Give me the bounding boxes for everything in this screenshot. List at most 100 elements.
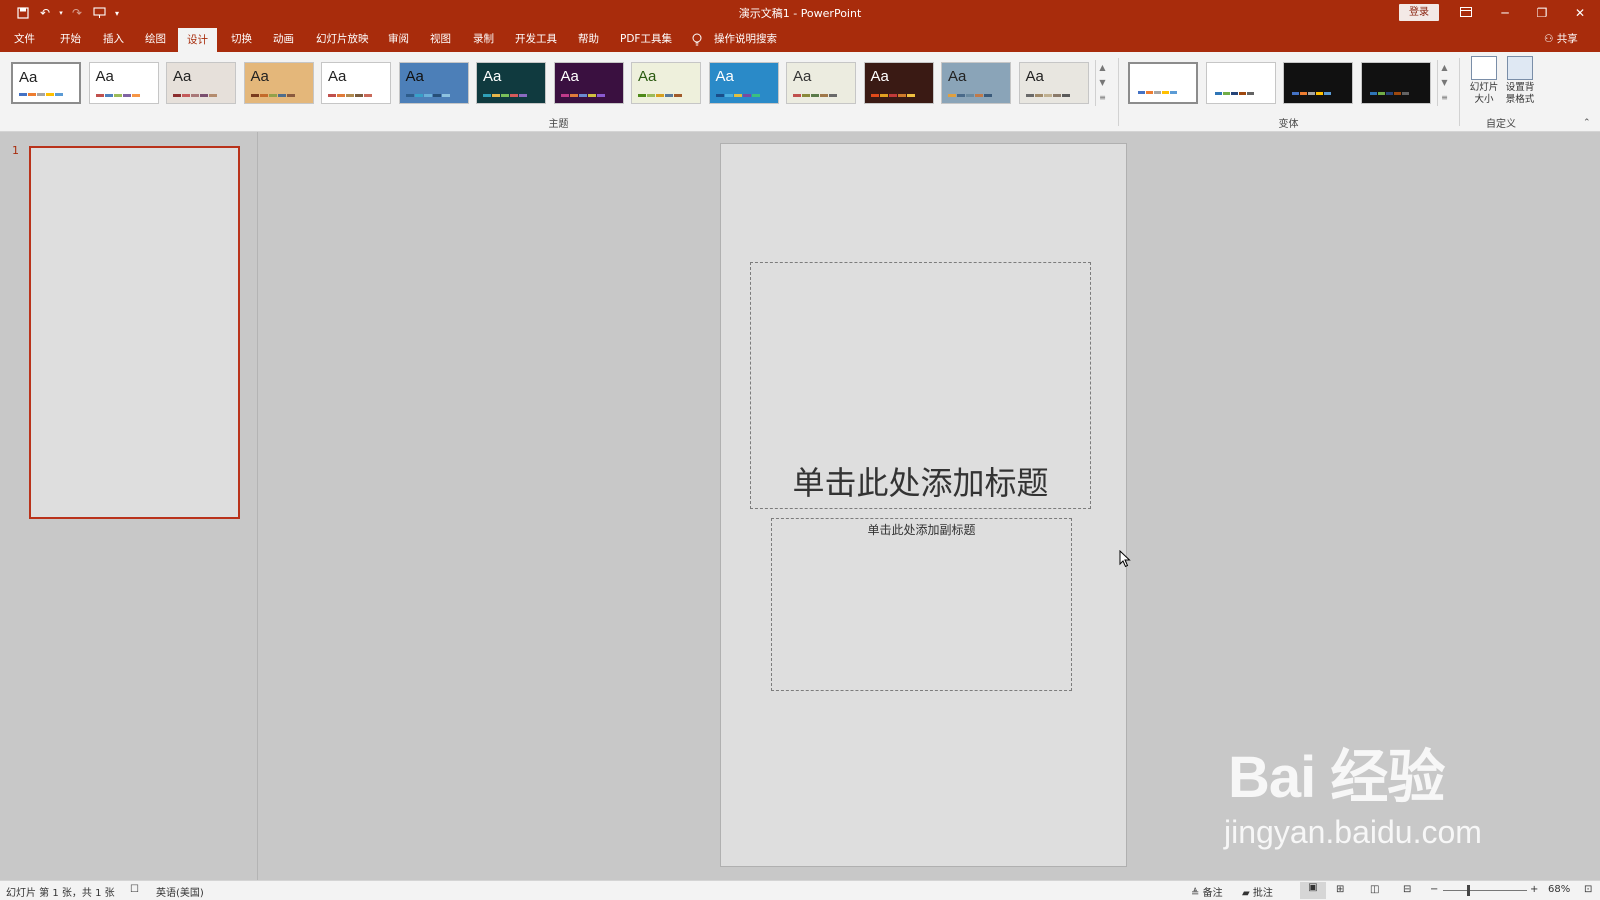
color-swatch — [811, 94, 819, 97]
color-swatch — [829, 94, 837, 97]
color-swatch — [984, 94, 992, 97]
group-separator — [1459, 58, 1460, 126]
color-swatch — [578, 94, 587, 97]
theme-preview-text: Aa — [250, 68, 269, 85]
tab-design[interactable]: 设计 — [178, 28, 217, 52]
slide-number: 1 — [12, 144, 19, 157]
notes-button[interactable]: ≜ 备注 — [1191, 884, 1223, 899]
close-button[interactable]: ✕ — [1565, 3, 1595, 23]
theme-thumbnail[interactable]: Aa — [11, 62, 81, 104]
theme-thumbnail[interactable]: Aa — [321, 62, 391, 104]
tab-developer[interactable]: 开发工具 — [515, 26, 557, 52]
lightbulb-icon — [692, 26, 702, 52]
slideshow-view-icon[interactable]: ⊟ — [1403, 884, 1411, 895]
zoom-slider-handle[interactable] — [1467, 885, 1470, 896]
ribbon-display-options-icon[interactable] — [1451, 3, 1481, 23]
zoom-slider[interactable] — [1443, 890, 1527, 891]
title-placeholder[interactable]: 单击此处添加标题 — [750, 262, 1091, 509]
theme-thumbnail[interactable]: Aa — [708, 62, 779, 104]
color-swatch — [95, 94, 104, 97]
tab-file[interactable]: 文件 — [14, 26, 35, 52]
color-swatch — [432, 94, 441, 97]
variant-thumbnail[interactable] — [1360, 62, 1431, 104]
tab-help[interactable]: 帮助 — [578, 26, 599, 52]
theme-thumbnail[interactable]: Aa — [243, 62, 314, 104]
tab-review[interactable]: 审阅 — [388, 26, 409, 52]
variant-thumbnail[interactable] — [1128, 62, 1198, 104]
group-separator — [1118, 58, 1119, 126]
tab-view[interactable]: 视图 — [430, 26, 451, 52]
format-background-label: 设置背景格式 — [1505, 82, 1535, 105]
format-background-button[interactable]: 设置背景格式 — [1502, 56, 1538, 106]
color-swatch — [802, 94, 810, 97]
tab-animations[interactable]: 动画 — [273, 26, 294, 52]
subtitle-placeholder[interactable]: 单击此处添加副标题 — [771, 518, 1072, 691]
tab-draw[interactable]: 绘图 — [145, 26, 166, 52]
theme-thumbnail[interactable]: Aa — [1018, 62, 1089, 104]
color-swatch — [1146, 91, 1153, 94]
zoom-out-icon[interactable]: − — [1430, 884, 1438, 895]
color-swatch — [1222, 92, 1230, 95]
slide-sorter-icon[interactable]: ⊞ — [1336, 884, 1344, 895]
themes-group-label: 主题 — [548, 119, 569, 130]
theme-thumbnail[interactable]: Aa — [941, 62, 1011, 104]
tab-record[interactable]: 录制 — [473, 26, 494, 52]
scroll-down-icon[interactable]: ▼ — [1096, 75, 1109, 90]
theme-color-swatches — [405, 94, 450, 97]
collapse-ribbon-icon[interactable]: ⌃ — [1583, 118, 1591, 128]
normal-view-icon[interactable]: ▣ — [1300, 882, 1326, 899]
theme-thumbnail[interactable]: Aa — [786, 62, 856, 104]
theme-thumbnail[interactable]: Aa — [88, 62, 159, 104]
tell-me-search[interactable]: 操作说明搜索 — [714, 26, 777, 52]
reading-view-icon[interactable]: ◫ — [1370, 884, 1379, 895]
color-swatch — [355, 94, 363, 97]
spell-check-icon[interactable]: ☐ — [130, 884, 139, 895]
color-swatch — [715, 94, 724, 97]
scroll-up-icon[interactable]: ▲ — [1438, 60, 1451, 75]
tab-transitions[interactable]: 切换 — [231, 26, 252, 52]
color-swatch — [906, 94, 915, 97]
slide-thumbnail[interactable] — [29, 146, 240, 519]
comments-button[interactable]: ▰ 批注 — [1242, 884, 1273, 899]
language-indicator[interactable]: 英语(美国) — [156, 884, 204, 899]
theme-preview-text: Aa — [560, 68, 579, 85]
theme-preview-text: Aa — [1025, 68, 1044, 85]
color-swatch — [501, 94, 509, 97]
theme-thumbnail[interactable]: Aa — [476, 62, 546, 104]
zoom-in-icon[interactable]: + — [1530, 884, 1538, 895]
share-button[interactable]: ⚇ 共享 — [1544, 26, 1578, 52]
theme-preview-text: Aa — [948, 68, 967, 85]
variant-color-swatches — [1214, 92, 1254, 95]
theme-thumbnail[interactable]: Aa — [631, 62, 701, 104]
theme-thumbnail[interactable]: Aa — [398, 62, 469, 104]
color-swatch — [733, 94, 742, 97]
color-swatch — [870, 94, 879, 97]
tab-slideshow[interactable]: 幻灯片放映 — [316, 26, 369, 52]
tab-pdf-tools[interactable]: PDF工具集 — [620, 26, 672, 52]
tab-home[interactable]: 开始 — [60, 26, 81, 52]
tab-insert[interactable]: 插入 — [103, 26, 124, 52]
fit-to-window-icon[interactable]: ⊡ — [1584, 884, 1592, 895]
theme-thumbnail[interactable]: Aa — [166, 62, 236, 104]
variant-thumbnail[interactable] — [1283, 62, 1353, 104]
more-icon[interactable]: ≡ — [1438, 90, 1451, 105]
theme-thumbnail[interactable]: Aa — [553, 62, 624, 104]
scroll-down-icon[interactable]: ▼ — [1438, 75, 1451, 90]
theme-thumbnail[interactable]: Aa — [863, 62, 934, 104]
scroll-up-icon[interactable]: ▲ — [1096, 60, 1109, 75]
color-swatch — [364, 94, 372, 97]
color-swatch — [1043, 94, 1052, 97]
title-bar: ↶ ▾ ↷ ▾ 演示文稿1 - PowerPoint 登录 ─ ❐ ✕ — [0, 0, 1600, 26]
slide-size-button[interactable]: 幻灯片大小 — [1466, 56, 1502, 106]
slide-canvas[interactable]: 单击此处添加标题 单击此处添加副标题 — [720, 143, 1127, 867]
login-button[interactable]: 登录 — [1399, 4, 1439, 21]
color-swatch — [1377, 92, 1385, 95]
zoom-level[interactable]: 68% — [1548, 884, 1570, 895]
notes-label: 备注 — [1202, 888, 1223, 899]
restore-button[interactable]: ❐ — [1527, 3, 1557, 23]
minimize-button[interactable]: ─ — [1490, 3, 1520, 23]
variant-color-swatches — [1369, 92, 1409, 95]
variant-thumbnail[interactable] — [1205, 62, 1276, 104]
theme-preview-text: Aa — [715, 68, 734, 85]
more-icon[interactable]: ≡ — [1096, 90, 1109, 105]
